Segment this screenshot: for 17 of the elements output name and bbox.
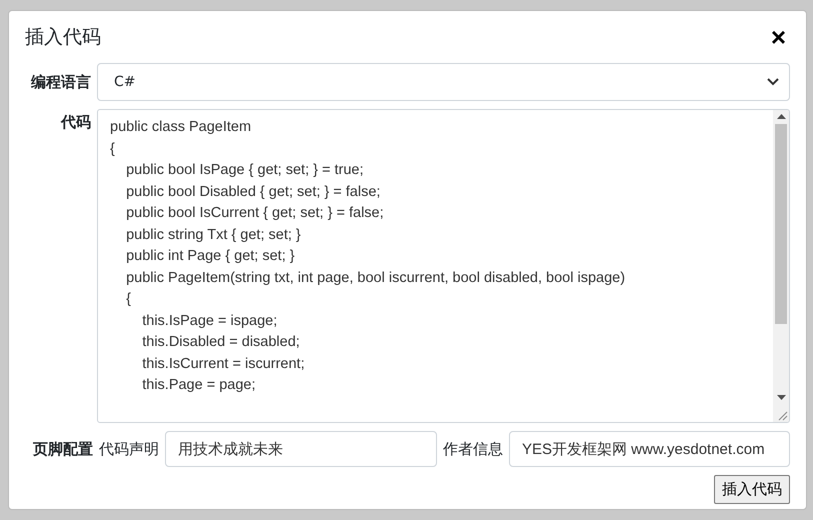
scrollbar[interactable] [773,110,789,422]
insert-code-button[interactable]: 插入代码 [714,475,790,504]
footer-label: 页脚配置 [32,440,93,458]
author-input[interactable]: YES开发框架网 www.yesdotnet.com [509,431,790,467]
statement-label: 代码声明 [99,440,159,458]
scroll-up-arrow-icon[interactable] [776,114,786,120]
scroll-down-arrow-icon[interactable] [776,394,786,400]
chevron-down-icon [767,78,779,86]
dialog-title: 插入代码 [25,25,101,50]
author-label: 作者信息 [443,440,503,458]
code-editor[interactable]: public class PageItem { public bool IsPage { get; set; } = true; public bool Disabled { get; set; } = false; public bool IsCurrent { get; set; } = false; public string Txt { get; set; } public int Page { get; set; } public PageItem(string txt, int page, bool iscurrent, bool disabled, bool ispage) { this.IsPage = ispage; this.Disabled = disabled; this.IsCurrent = iscurrent; this.Page = page; [97,109,790,423]
code-label: 代码 [60,112,91,132]
statement-input[interactable]: 用技术成就未来 [165,431,437,467]
language-select[interactable]: C# [97,63,790,101]
language-label: 编程语言 [30,72,91,92]
close-button[interactable]: × [766,22,790,52]
resize-grip-icon[interactable] [778,411,788,421]
